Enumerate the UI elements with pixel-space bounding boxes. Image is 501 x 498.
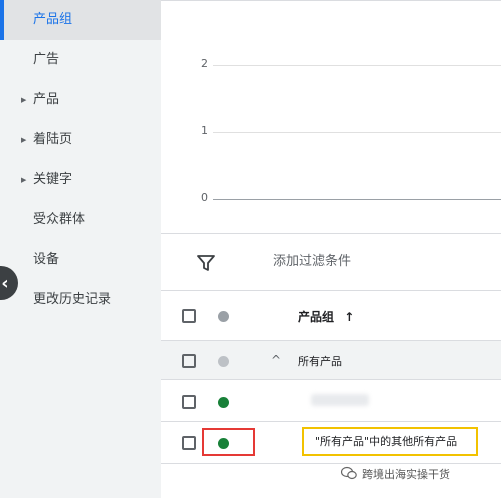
performance-chart: 2 1 0 — [161, 0, 501, 232]
sidebar-item-product-groups[interactable]: 产品组 — [0, 0, 161, 40]
sidebar-item-label: 产品组 — [33, 12, 73, 27]
sidebar-item-label: 受众群体 — [33, 212, 86, 227]
sidebar-item-ads[interactable]: 广告 — [0, 40, 161, 80]
product-group-label[interactable]: "所有产品"中的其他所有产品 — [315, 435, 457, 448]
y-tick-label: 2 — [201, 57, 208, 70]
sidebar-item-label: 关键字 — [33, 172, 73, 187]
status-dot-enabled — [218, 397, 229, 408]
table-header-row: 产品组 ↑ — [161, 291, 501, 341]
y-tick-label: 1 — [201, 124, 208, 137]
wechat-icon — [341, 466, 357, 480]
select-all-checkbox[interactable] — [182, 309, 196, 323]
sidebar-item-label: 广告 — [33, 52, 60, 67]
row-checkbox[interactable] — [182, 354, 196, 368]
status-dot-enabled — [218, 438, 229, 449]
column-header-label: 产品组 — [298, 310, 335, 324]
sidebar-item-landing-pages[interactable]: ▶ 着陆页 — [0, 120, 161, 160]
status-column-icon — [218, 311, 229, 322]
x-axis-line — [213, 199, 501, 200]
filter-bar: 添加过滤条件 — [161, 233, 501, 291]
caret-right-icon: ▶ — [21, 96, 27, 104]
sidebar-item-devices[interactable]: 设备 — [0, 240, 161, 280]
sidebar-item-label: 产品 — [33, 92, 60, 107]
watermark-text: 跨境出海实操干货 — [362, 468, 450, 481]
sidebar-item-label: 着陆页 — [33, 132, 73, 147]
caret-right-icon: ▶ — [21, 176, 27, 184]
gridline — [213, 132, 501, 133]
row-checkbox[interactable] — [182, 436, 196, 450]
group-label[interactable]: 所有产品 — [298, 353, 342, 369]
add-filter-button[interactable]: 添加过滤条件 — [273, 234, 351, 290]
y-tick-label: 0 — [201, 191, 208, 204]
gridline — [213, 65, 501, 66]
table-row — [161, 381, 501, 422]
caret-right-icon: ▶ — [21, 136, 27, 144]
chart-top-border — [161, 0, 501, 1]
highlight-box-yellow: "所有产品"中的其他所有产品 — [302, 427, 478, 456]
sidebar-item-change-history[interactable]: 更改历史记录 — [0, 280, 161, 320]
status-dot — [218, 356, 229, 367]
table-group-row: ^ 所有产品 — [161, 341, 501, 380]
table-row: "所有产品"中的其他所有产品 — [161, 422, 501, 464]
chevron-left-icon: ‹ — [1, 272, 9, 294]
sidebar-item-products[interactable]: ▶ 产品 — [0, 80, 161, 120]
column-header-product-group[interactable]: 产品组 ↑ — [298, 308, 354, 325]
sidebar-item-label: 设备 — [33, 252, 60, 267]
filter-icon[interactable] — [197, 254, 215, 272]
sidebar-item-audiences[interactable]: 受众群体 — [0, 200, 161, 240]
row-checkbox[interactable] — [182, 395, 196, 409]
blurred-product-label[interactable] — [311, 394, 369, 406]
sidebar-nav: 产品组 广告 ▶ 产品 ▶ 着陆页 ▶ 关键字 受众群体 设备 更改历史记录 ‹ — [0, 0, 161, 498]
arrow-up-icon: ↑ — [344, 310, 355, 324]
chevron-up-icon[interactable]: ^ — [271, 353, 281, 367]
sidebar-item-label: 更改历史记录 — [33, 292, 112, 307]
sidebar-item-keywords[interactable]: ▶ 关键字 — [0, 160, 161, 200]
